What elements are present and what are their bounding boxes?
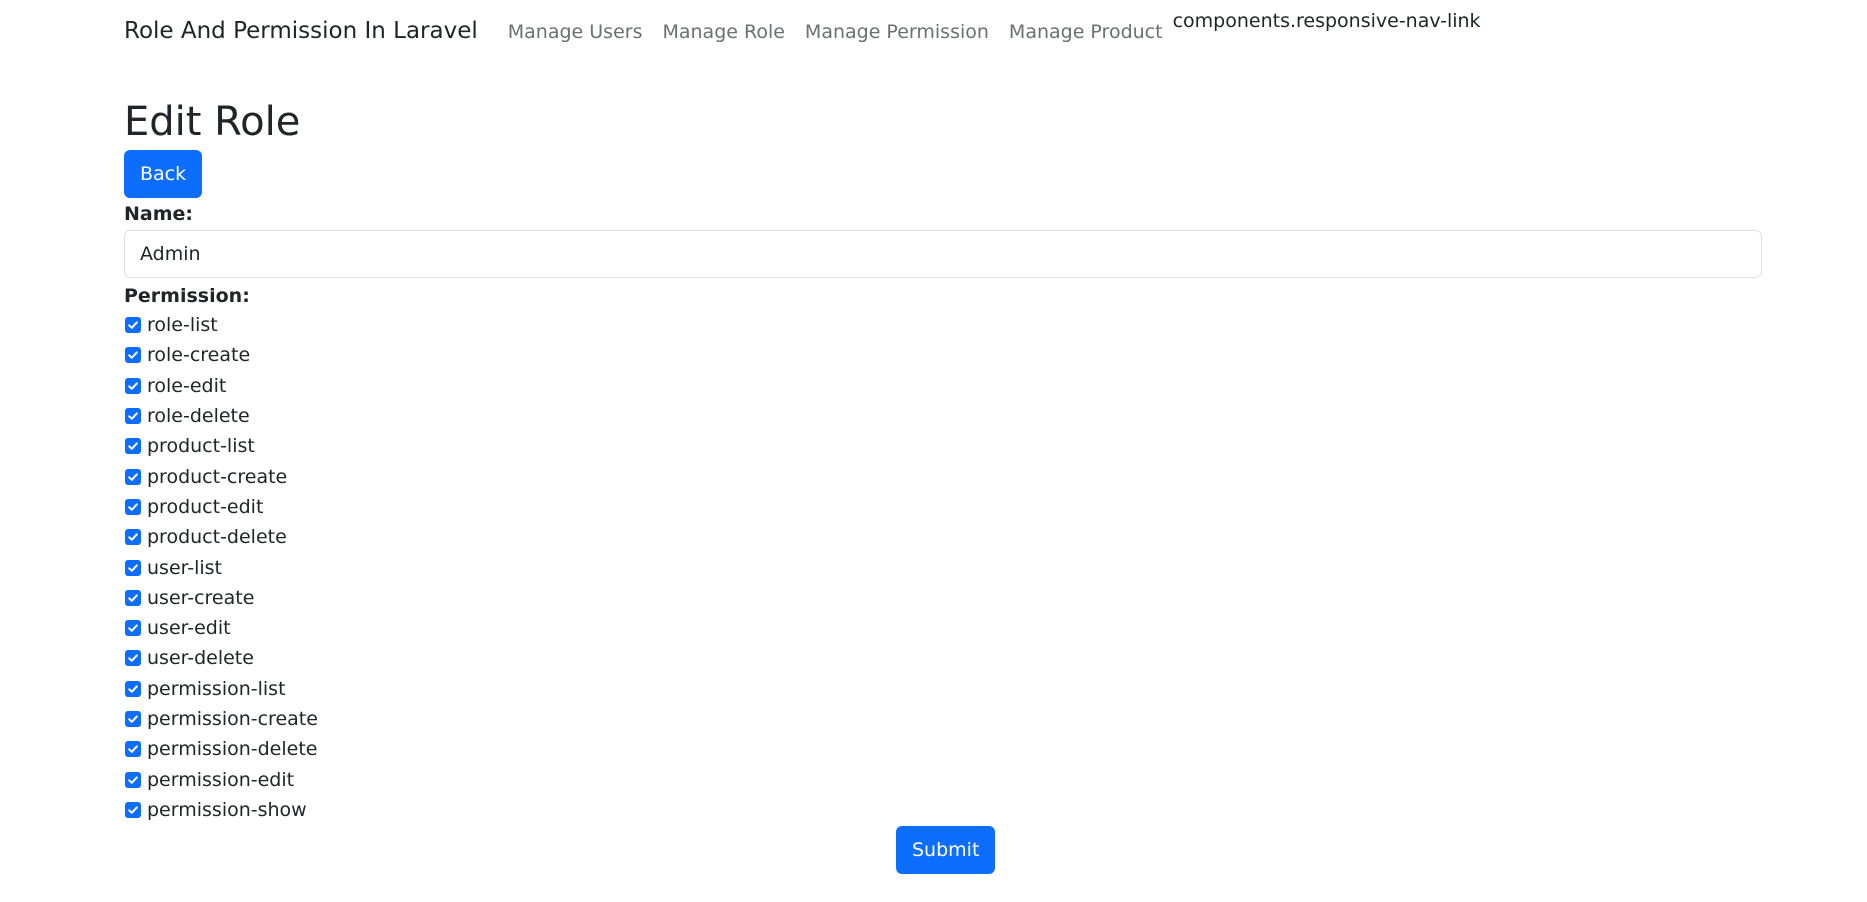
check-icon — [128, 745, 138, 754]
check-icon — [128, 715, 138, 723]
permission-item-label: product-create — [147, 465, 288, 488]
permission-item[interactable]: product-create — [124, 461, 1762, 491]
permission-item[interactable]: permission-show — [124, 795, 1762, 825]
permission-item-label: role-create — [147, 344, 251, 367]
permission-checkbox[interactable] — [125, 468, 141, 485]
permission-item-label: product-list — [147, 435, 255, 458]
check-icon — [128, 806, 138, 814]
permission-checkbox[interactable] — [125, 438, 141, 455]
permission-checkbox[interactable] — [125, 771, 141, 788]
check-icon — [128, 685, 138, 693]
permission-item[interactable]: permission-edit — [124, 764, 1762, 794]
permission-checkbox[interactable] — [125, 741, 141, 758]
permission-item[interactable]: permission-delete — [124, 734, 1762, 764]
permission-item[interactable]: role-list — [124, 310, 1762, 340]
permission-item-label: role-list — [147, 314, 218, 337]
responsive-nav-link-placeholder: components.responsive-nav-link — [1172, 10, 1481, 32]
check-icon — [128, 473, 138, 481]
permission-item-label: user-list — [147, 556, 222, 579]
permission-item[interactable]: product-list — [124, 431, 1762, 461]
top-navbar: Role And Permission In Laravel Manage Us… — [124, 0, 1481, 62]
navbar-brand[interactable]: Role And Permission In Laravel — [124, 18, 478, 44]
check-icon — [128, 382, 138, 390]
check-icon — [128, 624, 138, 632]
permission-checkbox[interactable] — [125, 801, 141, 818]
permission-item[interactable]: product-delete — [124, 522, 1762, 552]
page: Role And Permission In Laravel Manage Us… — [0, 0, 1867, 902]
permission-item[interactable]: user-create — [124, 583, 1762, 613]
permission-label: Permission: — [124, 285, 250, 307]
permission-item[interactable]: user-delete — [124, 643, 1762, 673]
check-icon — [128, 442, 138, 451]
permission-checkbox[interactable] — [125, 589, 141, 606]
name-label: Name: — [124, 203, 194, 225]
permission-item[interactable]: product-edit — [124, 492, 1762, 522]
permission-checkbox[interactable] — [125, 680, 141, 697]
check-icon — [128, 503, 138, 511]
check-icon — [128, 412, 138, 420]
check-icon — [128, 321, 138, 329]
permission-checkbox[interactable] — [125, 559, 141, 576]
page-title: Edit Role — [124, 99, 301, 145]
permission-checkbox[interactable] — [125, 317, 141, 334]
main-content: Edit Role Back Name: Permission: role-li… — [124, 96, 1762, 825]
permission-item-label: role-edit — [147, 374, 227, 397]
back-button[interactable]: Back — [124, 150, 203, 198]
permission-list: role-list role-create role-edit role-delete… — [124, 310, 1762, 825]
check-icon — [128, 351, 138, 360]
permission-item-label: permission-delete — [147, 738, 318, 761]
permission-item[interactable]: user-list — [124, 552, 1762, 582]
permission-item-label: role-delete — [147, 405, 250, 428]
nav-link-manage-users[interactable]: Manage Users — [508, 21, 643, 43]
permission-item[interactable]: permission-list — [124, 674, 1762, 704]
permission-item[interactable]: role-edit — [124, 371, 1762, 401]
permission-item-label: product-delete — [147, 526, 287, 549]
nav-link-manage-product[interactable]: Manage Product — [1009, 21, 1163, 43]
permission-checkbox[interactable] — [125, 377, 141, 394]
permission-checkbox[interactable] — [125, 498, 141, 515]
permission-item-label: product-edit — [147, 495, 264, 518]
check-icon — [128, 594, 138, 602]
check-icon — [128, 533, 138, 542]
check-icon — [128, 563, 138, 572]
permission-item[interactable]: user-edit — [124, 613, 1762, 643]
permission-item-label: permission-create — [147, 708, 318, 730]
permission-checkbox[interactable] — [125, 529, 141, 546]
permission-item-label: permission-show — [147, 798, 307, 821]
permission-checkbox[interactable] — [125, 650, 141, 667]
submit-button[interactable]: Submit — [896, 826, 996, 874]
permission-checkbox[interactable] — [125, 711, 141, 727]
permission-item-label: permission-list — [147, 677, 286, 700]
permission-checkbox[interactable] — [125, 620, 141, 637]
nav-link-manage-permission[interactable]: Manage Permission — [805, 21, 989, 43]
permission-checkbox[interactable] — [125, 347, 141, 364]
submit-container: Submit — [896, 826, 996, 874]
permission-item-label: user-delete — [147, 647, 254, 670]
permission-item-label: permission-edit — [147, 768, 295, 791]
permission-item-label: user-edit — [147, 617, 231, 640]
role-name-input[interactable] — [124, 230, 1762, 278]
permission-item[interactable]: permission-create — [124, 704, 1762, 734]
permission-item[interactable]: role-delete — [124, 401, 1762, 431]
check-icon — [128, 775, 138, 784]
permission-checkbox[interactable] — [125, 408, 141, 425]
permission-item[interactable]: role-create — [124, 340, 1762, 370]
check-icon — [128, 654, 138, 663]
nav-link-manage-role[interactable]: Manage Role — [662, 21, 784, 43]
permission-item-label: user-create — [147, 586, 255, 609]
